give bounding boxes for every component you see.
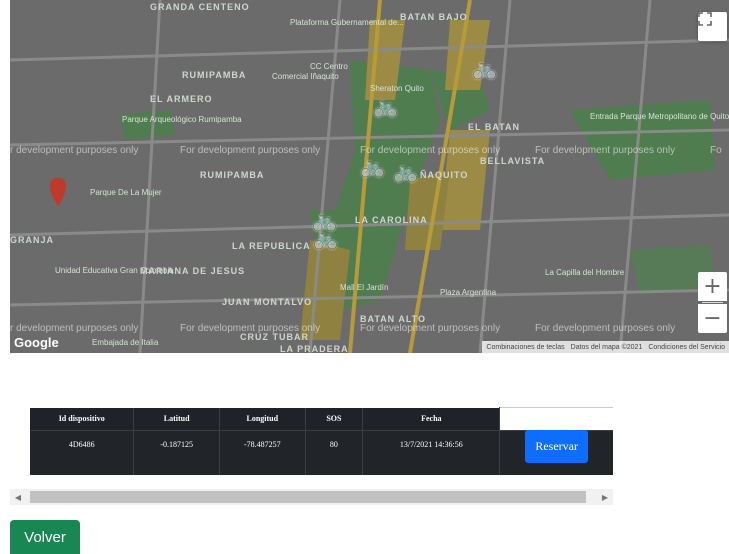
map-watermark: r development purposes only <box>10 145 139 156</box>
reserve-button[interactable]: Reservar <box>525 430 588 463</box>
fullscreen-button[interactable] <box>698 12 727 41</box>
scroll-right-icon[interactable]: ▶ <box>597 489 613 505</box>
map-place-label: BATAN BAJO <box>400 12 468 22</box>
map-place-label: EL BATAN <box>468 122 520 132</box>
map-place-label: Parque De La Mujer <box>90 188 162 197</box>
table-header-row: Id dispositivo Latitud Longitud SOS Fech… <box>30 407 613 431</box>
map-place-label: CC Centro <box>310 62 348 71</box>
map-watermark: For development purposes only <box>180 145 321 156</box>
map-place-label: Entrada Parque Metropolitano de Quito <box>590 112 729 121</box>
map-place-label: Parque Arqueológico Rumipamba <box>122 115 242 124</box>
devices-table-container: Id dispositivo Latitud Longitud SOS Fech… <box>30 407 613 475</box>
map-attribution: Combinaciones de teclas Datos del mapa ©… <box>482 341 729 353</box>
fullscreen-icon <box>698 12 712 26</box>
zoom-in-button[interactable]: + <box>698 272 727 301</box>
google-logo: Google <box>14 335 59 350</box>
devices-table: Id dispositivo Latitud Longitud SOS Fech… <box>30 407 613 475</box>
map-place-label: GRANDA CENTENO <box>150 2 250 12</box>
map-place-label: GRANJA <box>10 235 55 245</box>
zoom-out-button[interactable]: − <box>698 304 727 333</box>
map-place-label: MARIANA DE JESUS <box>140 266 246 276</box>
bike-marker-icon[interactable]: 🚲 <box>393 161 418 181</box>
column-header-latitude: Latitud <box>133 407 220 431</box>
map-place-label: Sheraton Quito <box>370 84 424 93</box>
cell-longitude: -78.487257 <box>219 430 306 475</box>
map-place-label: Plaza Argentina <box>440 288 497 297</box>
map-place-label: LA REPUBLICA <box>232 241 311 251</box>
bike-marker-icon[interactable]: 🚲 <box>373 96 398 116</box>
map-place-label: LA PRADERA <box>280 344 349 353</box>
map-place-label: CRUZ TUBAR <box>240 332 309 342</box>
map-watermark: For development purposes only <box>535 145 676 156</box>
map-place-label: ÑAQUITO <box>420 170 469 180</box>
map-place-label: BELLAVISTA <box>480 156 546 166</box>
zoom-divider <box>702 302 723 303</box>
column-header-sos: SOS <box>305 407 364 431</box>
map-place-label: BATAN ALTO <box>360 314 426 324</box>
cell-sos: 80 <box>305 430 364 475</box>
column-header-date: Fecha <box>362 407 501 431</box>
table-scrollbar[interactable]: ◀ ▶ <box>10 489 613 505</box>
map-place-label: Mall El Jardín <box>340 283 389 292</box>
map-place-label: LA CAROLINA <box>355 215 428 225</box>
map-place-label: JUAN MONTALVO <box>222 297 313 307</box>
cell-latitude: -0.187125 <box>133 430 220 475</box>
map-watermark: r development purposes only <box>10 323 139 334</box>
terms-link[interactable]: Condiciones del Servicio <box>648 344 725 351</box>
map-data-link[interactable]: Datos del mapa ©2021 <box>571 344 643 351</box>
scroll-left-icon[interactable]: ◀ <box>10 489 26 505</box>
map-watermark: For development purposes only <box>360 323 501 334</box>
map-place-label: La Capilla del Hombre <box>545 268 625 277</box>
keyboard-shortcuts-link[interactable]: Combinaciones de teclas <box>486 344 564 351</box>
map-place-label: Plataforma Gubernamental de... <box>290 18 404 27</box>
map[interactable]: r development purposes only For developm… <box>10 0 729 353</box>
bike-marker-icon[interactable]: 🚲 <box>313 228 338 248</box>
bike-marker-icon[interactable]: 🚲 <box>360 156 385 176</box>
map-place-label: Comercial Iñaquito <box>272 72 339 81</box>
map-place-label: RUMIPAMBA <box>200 170 265 180</box>
map-place-label: Embajada de Italia <box>92 338 159 347</box>
back-button[interactable]: Volver <box>10 520 80 554</box>
column-header-longitude: Longitud <box>219 407 306 431</box>
map-watermark: Fo <box>710 145 722 156</box>
column-header-action <box>499 407 613 431</box>
bike-marker-icon[interactable]: 🚲 <box>472 58 497 78</box>
table-row: 4D6486 -0.187125 -78.487257 80 13/7/2021… <box>30 430 613 475</box>
cell-device-id: 4D6486 <box>30 430 135 475</box>
cell-action: Reservar <box>499 430 613 475</box>
map-place-label: EL ARMERO <box>150 94 213 104</box>
scrollbar-thumb[interactable] <box>30 491 586 503</box>
map-watermark: For development purposes only <box>535 323 676 334</box>
map-place-label: RUMIPAMBA <box>182 70 247 80</box>
column-header-id: Id dispositivo <box>30 407 135 431</box>
cell-date: 13/7/2021 14:36:56 <box>362 430 501 475</box>
